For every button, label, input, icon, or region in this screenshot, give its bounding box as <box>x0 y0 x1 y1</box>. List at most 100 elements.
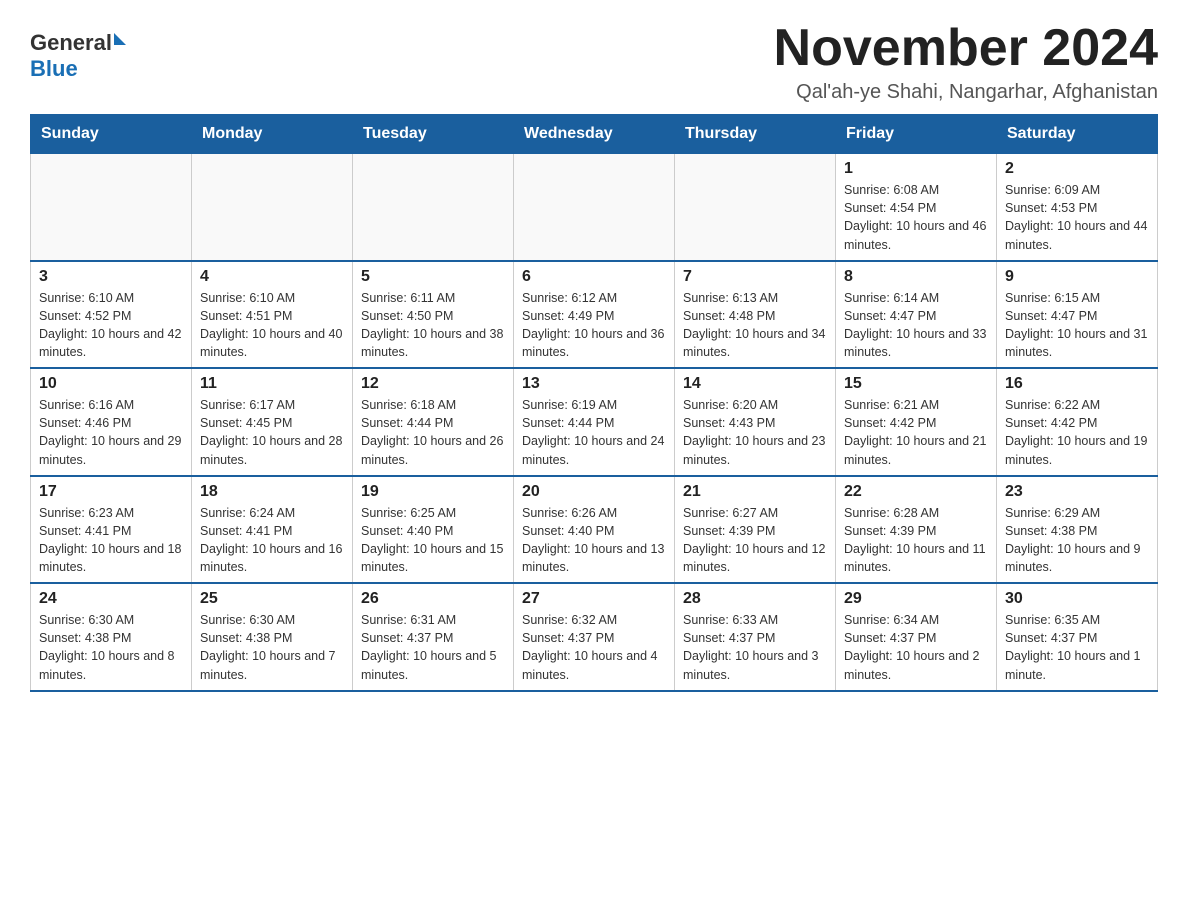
calendar-cell: 12 Sunrise: 6:18 AM Sunset: 4:44 PM Dayli… <box>353 368 514 476</box>
calendar-cell: 26 Sunrise: 6:31 AM Sunset: 4:37 PM Dayli… <box>353 583 514 691</box>
day-number: 12 <box>361 375 505 393</box>
day-info: Sunrise: 6:10 AM Sunset: 4:51 PM Dayligh… <box>200 289 344 362</box>
calendar-cell: 19 Sunrise: 6:25 AM Sunset: 4:40 PM Dayli… <box>353 476 514 584</box>
calendar-header-sunday: Sunday <box>31 115 192 154</box>
calendar-cell: 22 Sunrise: 6:28 AM Sunset: 4:39 PM Dayli… <box>836 476 997 584</box>
calendar-cell: 23 Sunrise: 6:29 AM Sunset: 4:38 PM Dayli… <box>997 476 1158 584</box>
calendar-cell: 5 Sunrise: 6:11 AM Sunset: 4:50 PM Daylig… <box>353 261 514 369</box>
day-info: Sunrise: 6:12 AM Sunset: 4:49 PM Dayligh… <box>522 289 666 362</box>
logo: General Blue <box>30 30 126 83</box>
calendar-cell: 16Sunrise: 6:22 AM Sunset: 4:42 PM Dayli… <box>997 368 1158 476</box>
month-title: November 2024 <box>774 20 1158 77</box>
day-number: 2 <box>1005 160 1149 178</box>
calendar-cell: 2 Sunrise: 6:09 AM Sunset: 4:53 PM Daylig… <box>997 154 1158 261</box>
day-number: 9 <box>1005 268 1149 286</box>
day-info: Sunrise: 6:20 AM Sunset: 4:43 PM Dayligh… <box>683 396 827 469</box>
day-number: 23 <box>1005 483 1149 501</box>
calendar-cell: 3Sunrise: 6:10 AM Sunset: 4:52 PM Daylig… <box>31 261 192 369</box>
calendar-cell: 27 Sunrise: 6:32 AM Sunset: 4:37 PM Dayli… <box>514 583 675 691</box>
day-info: Sunrise: 6:28 AM Sunset: 4:39 PM Dayligh… <box>844 504 988 577</box>
calendar-header-saturday: Saturday <box>997 115 1158 154</box>
day-info: Sunrise: 6:24 AM Sunset: 4:41 PM Dayligh… <box>200 504 344 577</box>
day-info: Sunrise: 6:18 AM Sunset: 4:44 PM Dayligh… <box>361 396 505 469</box>
day-number: 18 <box>200 483 344 501</box>
calendar-header-wednesday: Wednesday <box>514 115 675 154</box>
day-info: Sunrise: 6:33 AM Sunset: 4:37 PM Dayligh… <box>683 611 827 684</box>
day-number: 20 <box>522 483 666 501</box>
title-area: November 2024 Qal'ah-ye Shahi, Nangarhar… <box>774 20 1158 104</box>
calendar-cell: 1Sunrise: 6:08 AM Sunset: 4:54 PM Daylig… <box>836 154 997 261</box>
day-number: 25 <box>200 590 344 608</box>
calendar-cell <box>192 154 353 261</box>
calendar-cell: 7 Sunrise: 6:13 AM Sunset: 4:48 PM Daylig… <box>675 261 836 369</box>
day-info: Sunrise: 6:35 AM Sunset: 4:37 PM Dayligh… <box>1005 611 1149 684</box>
calendar-cell: 13Sunrise: 6:19 AM Sunset: 4:44 PM Dayli… <box>514 368 675 476</box>
logo-blue: Blue <box>30 56 126 82</box>
location-subtitle: Qal'ah-ye Shahi, Nangarhar, Afghanistan <box>774 81 1158 104</box>
calendar-cell: 25Sunrise: 6:30 AM Sunset: 4:38 PM Dayli… <box>192 583 353 691</box>
day-number: 29 <box>844 590 988 608</box>
day-info: Sunrise: 6:10 AM Sunset: 4:52 PM Dayligh… <box>39 289 183 362</box>
day-number: 15 <box>844 375 988 393</box>
day-info: Sunrise: 6:14 AM Sunset: 4:47 PM Dayligh… <box>844 289 988 362</box>
day-number: 7 <box>683 268 827 286</box>
day-info: Sunrise: 6:08 AM Sunset: 4:54 PM Dayligh… <box>844 181 988 254</box>
day-number: 27 <box>522 590 666 608</box>
calendar-week-row: 17 Sunrise: 6:23 AM Sunset: 4:41 PM Dayli… <box>31 476 1158 584</box>
day-info: Sunrise: 6:29 AM Sunset: 4:38 PM Dayligh… <box>1005 504 1149 577</box>
day-info: Sunrise: 6:15 AM Sunset: 4:47 PM Dayligh… <box>1005 289 1149 362</box>
day-info: Sunrise: 6:27 AM Sunset: 4:39 PM Dayligh… <box>683 504 827 577</box>
day-number: 21 <box>683 483 827 501</box>
day-number: 17 <box>39 483 183 501</box>
day-number: 22 <box>844 483 988 501</box>
calendar-cell: 17 Sunrise: 6:23 AM Sunset: 4:41 PM Dayli… <box>31 476 192 584</box>
calendar-header-tuesday: Tuesday <box>353 115 514 154</box>
day-number: 4 <box>200 268 344 286</box>
day-number: 28 <box>683 590 827 608</box>
calendar-cell: 14 Sunrise: 6:20 AM Sunset: 4:43 PM Dayli… <box>675 368 836 476</box>
day-number: 6 <box>522 268 666 286</box>
day-number: 10 <box>39 375 183 393</box>
calendar-cell <box>31 154 192 261</box>
day-number: 8 <box>844 268 988 286</box>
day-info: Sunrise: 6:32 AM Sunset: 4:37 PM Dayligh… <box>522 611 666 684</box>
day-info: Sunrise: 6:17 AM Sunset: 4:45 PM Dayligh… <box>200 396 344 469</box>
calendar-header-thursday: Thursday <box>675 115 836 154</box>
calendar-cell <box>514 154 675 261</box>
calendar-header-friday: Friday <box>836 115 997 154</box>
calendar-header-monday: Monday <box>192 115 353 154</box>
calendar-cell <box>353 154 514 261</box>
calendar-cell: 30 Sunrise: 6:35 AM Sunset: 4:37 PM Dayli… <box>997 583 1158 691</box>
day-info: Sunrise: 6:25 AM Sunset: 4:40 PM Dayligh… <box>361 504 505 577</box>
day-info: Sunrise: 6:09 AM Sunset: 4:53 PM Dayligh… <box>1005 181 1149 254</box>
calendar-cell <box>675 154 836 261</box>
logo-triangle-icon <box>114 33 126 45</box>
calendar-cell: 8 Sunrise: 6:14 AM Sunset: 4:47 PM Daylig… <box>836 261 997 369</box>
day-number: 26 <box>361 590 505 608</box>
day-number: 19 <box>361 483 505 501</box>
day-number: 5 <box>361 268 505 286</box>
calendar-header-row: SundayMondayTuesdayWednesdayThursdayFrid… <box>31 115 1158 154</box>
calendar-table: SundayMondayTuesdayWednesdayThursdayFrid… <box>30 114 1158 692</box>
calendar-week-row: 1Sunrise: 6:08 AM Sunset: 4:54 PM Daylig… <box>31 154 1158 261</box>
day-number: 13 <box>522 375 666 393</box>
day-info: Sunrise: 6:26 AM Sunset: 4:40 PM Dayligh… <box>522 504 666 577</box>
calendar-cell: 6 Sunrise: 6:12 AM Sunset: 4:49 PM Daylig… <box>514 261 675 369</box>
calendar-cell: 18 Sunrise: 6:24 AM Sunset: 4:41 PM Dayli… <box>192 476 353 584</box>
day-number: 14 <box>683 375 827 393</box>
day-number: 16 <box>1005 375 1149 393</box>
calendar-cell: 10 Sunrise: 6:16 AM Sunset: 4:46 PM Dayli… <box>31 368 192 476</box>
calendar-week-row: 24Sunrise: 6:30 AM Sunset: 4:38 PM Dayli… <box>31 583 1158 691</box>
calendar-week-row: 10 Sunrise: 6:16 AM Sunset: 4:46 PM Dayli… <box>31 368 1158 476</box>
calendar-cell: 29Sunrise: 6:34 AM Sunset: 4:37 PM Dayli… <box>836 583 997 691</box>
day-info: Sunrise: 6:31 AM Sunset: 4:37 PM Dayligh… <box>361 611 505 684</box>
day-info: Sunrise: 6:13 AM Sunset: 4:48 PM Dayligh… <box>683 289 827 362</box>
day-info: Sunrise: 6:23 AM Sunset: 4:41 PM Dayligh… <box>39 504 183 577</box>
day-number: 30 <box>1005 590 1149 608</box>
day-info: Sunrise: 6:16 AM Sunset: 4:46 PM Dayligh… <box>39 396 183 469</box>
day-number: 24 <box>39 590 183 608</box>
logo-general: General <box>30 30 112 56</box>
day-info: Sunrise: 6:11 AM Sunset: 4:50 PM Dayligh… <box>361 289 505 362</box>
calendar-cell: 11Sunrise: 6:17 AM Sunset: 4:45 PM Dayli… <box>192 368 353 476</box>
calendar-cell: 20 Sunrise: 6:26 AM Sunset: 4:40 PM Dayli… <box>514 476 675 584</box>
